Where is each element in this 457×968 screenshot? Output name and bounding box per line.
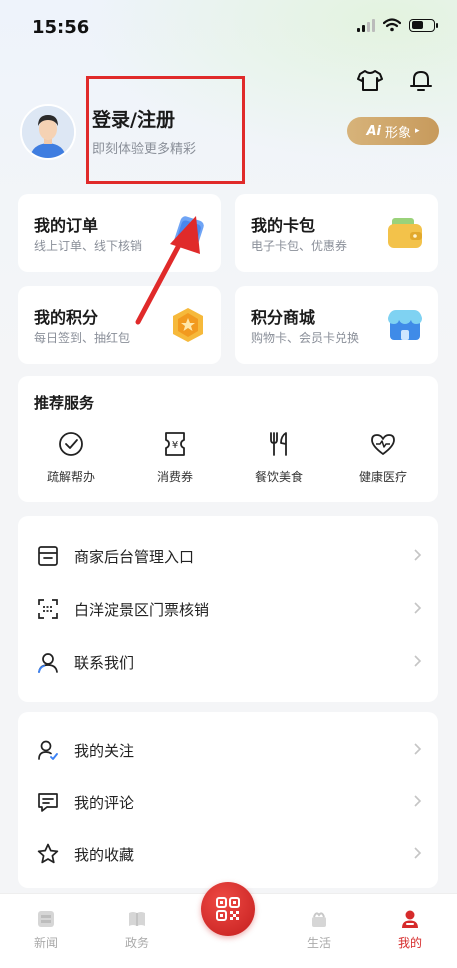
list-item-label: 白洋淀景区门票核销	[74, 601, 210, 619]
chevron-right-icon	[414, 795, 422, 807]
personal-list: 我的关注 我的评论 我的收藏	[18, 712, 438, 888]
chevron-right-icon: ▸	[415, 126, 420, 136]
store-icon	[38, 546, 58, 566]
life-icon	[312, 912, 326, 927]
list-item-label: 商家后台管理入口	[74, 548, 195, 566]
heart-pulse-icon	[371, 434, 395, 455]
service-shujie-bangban[interactable]: 疏解帮办	[26, 430, 116, 485]
wifi-icon	[383, 18, 401, 32]
card-points-mall[interactable]: 积分商城 购物卡、会员卡兑换	[235, 286, 438, 364]
coupon-icon: ¥	[165, 432, 185, 456]
service-dining[interactable]: 餐饮美食	[234, 430, 324, 485]
nav-government[interactable]: 政务	[107, 908, 167, 951]
news-icon	[38, 911, 54, 927]
tools-list: 商家后台管理入口 白洋淀景区门票核销 联系我们	[18, 516, 438, 702]
government-icon	[129, 912, 145, 926]
scan-icon	[38, 599, 58, 619]
ai-badge-label: 形象	[384, 125, 411, 141]
highlight-annotation-box	[86, 76, 245, 184]
signal-icon	[357, 18, 375, 32]
avatar[interactable]	[20, 104, 76, 160]
list-item-merchant-admin[interactable]: 商家后台管理入口	[18, 530, 438, 582]
chevron-right-icon	[414, 655, 422, 667]
card-title: 我的积分	[34, 308, 99, 327]
cutlery-icon	[270, 432, 287, 456]
qr-code-icon	[216, 897, 240, 921]
card-subtitle: 每日签到、抽红包	[34, 331, 131, 345]
nav-label: 我的	[397, 936, 422, 950]
check-circle-icon	[59, 432, 83, 456]
card-title: 我的卡包	[251, 216, 316, 235]
card-title: 我的订单	[34, 216, 99, 235]
ai-badge-text: Ai	[366, 123, 381, 139]
annotation-arrow	[135, 216, 200, 325]
ai-avatar-button[interactable]: Ai 形象 ▸	[347, 117, 439, 145]
list-item-label: 我的评论	[74, 794, 135, 812]
status-icons	[357, 18, 438, 32]
nav-mine[interactable]: 我的	[380, 908, 440, 951]
chevron-right-icon	[414, 743, 422, 755]
list-item-contact-us[interactable]: 联系我们	[18, 636, 438, 688]
nav-news[interactable]: 新闻	[16, 908, 76, 951]
status-time: 15:56	[32, 17, 90, 38]
svg-text:¥: ¥	[172, 440, 178, 451]
service-label: 消费券	[156, 470, 193, 484]
star-icon	[37, 843, 59, 864]
comment-icon	[38, 793, 58, 812]
service-label: 健康医疗	[358, 470, 407, 484]
chevron-right-icon	[414, 549, 422, 561]
contact-icon	[38, 653, 58, 673]
service-label: 疏解帮办	[46, 470, 95, 484]
list-item-my-follows[interactable]: 我的关注	[18, 724, 438, 776]
list-item-my-favorites[interactable]: 我的收藏	[18, 828, 438, 880]
service-coupon[interactable]: ¥ 消费券	[130, 430, 220, 485]
battery-icon	[409, 18, 438, 32]
card-my-wallet[interactable]: 我的卡包 电子卡包、优惠券	[235, 194, 438, 272]
list-item-label: 联系我们	[74, 654, 135, 672]
wallet-icon	[388, 218, 422, 248]
list-item-label: 我的收藏	[74, 846, 135, 864]
service-label: 餐饮美食	[254, 470, 303, 484]
follow-icon	[38, 740, 58, 760]
card-subtitle: 购物卡、会员卡兑换	[251, 331, 360, 345]
card-subtitle: 电子卡包、优惠券	[251, 239, 348, 253]
list-item-label: 我的关注	[74, 742, 135, 760]
nav-label: 新闻	[33, 936, 58, 950]
list-item-ticket-verify[interactable]: 白洋淀景区门票核销	[18, 583, 438, 635]
card-title: 积分商城	[251, 308, 316, 327]
tshirt-icon[interactable]	[356, 66, 384, 94]
user-icon	[402, 910, 418, 928]
list-item-my-comments[interactable]: 我的评论	[18, 776, 438, 828]
chevron-right-icon	[414, 602, 422, 614]
nav-label: 生活	[306, 936, 331, 950]
nav-label: 政务	[124, 936, 149, 950]
bell-icon[interactable]	[407, 66, 435, 94]
chevron-right-icon	[414, 847, 422, 859]
shop-icon	[388, 310, 422, 340]
qr-scan-button[interactable]	[201, 882, 255, 936]
card-subtitle: 线上订单、线下核销	[34, 239, 143, 253]
nav-life[interactable]: 生活	[289, 908, 349, 951]
service-health[interactable]: 健康医疗	[338, 430, 428, 485]
services-title: 推荐服务	[34, 394, 95, 412]
recommended-services-panel: 推荐服务 疏解帮办 ¥ 消费券 餐饮美食 健康医疗	[18, 376, 438, 502]
